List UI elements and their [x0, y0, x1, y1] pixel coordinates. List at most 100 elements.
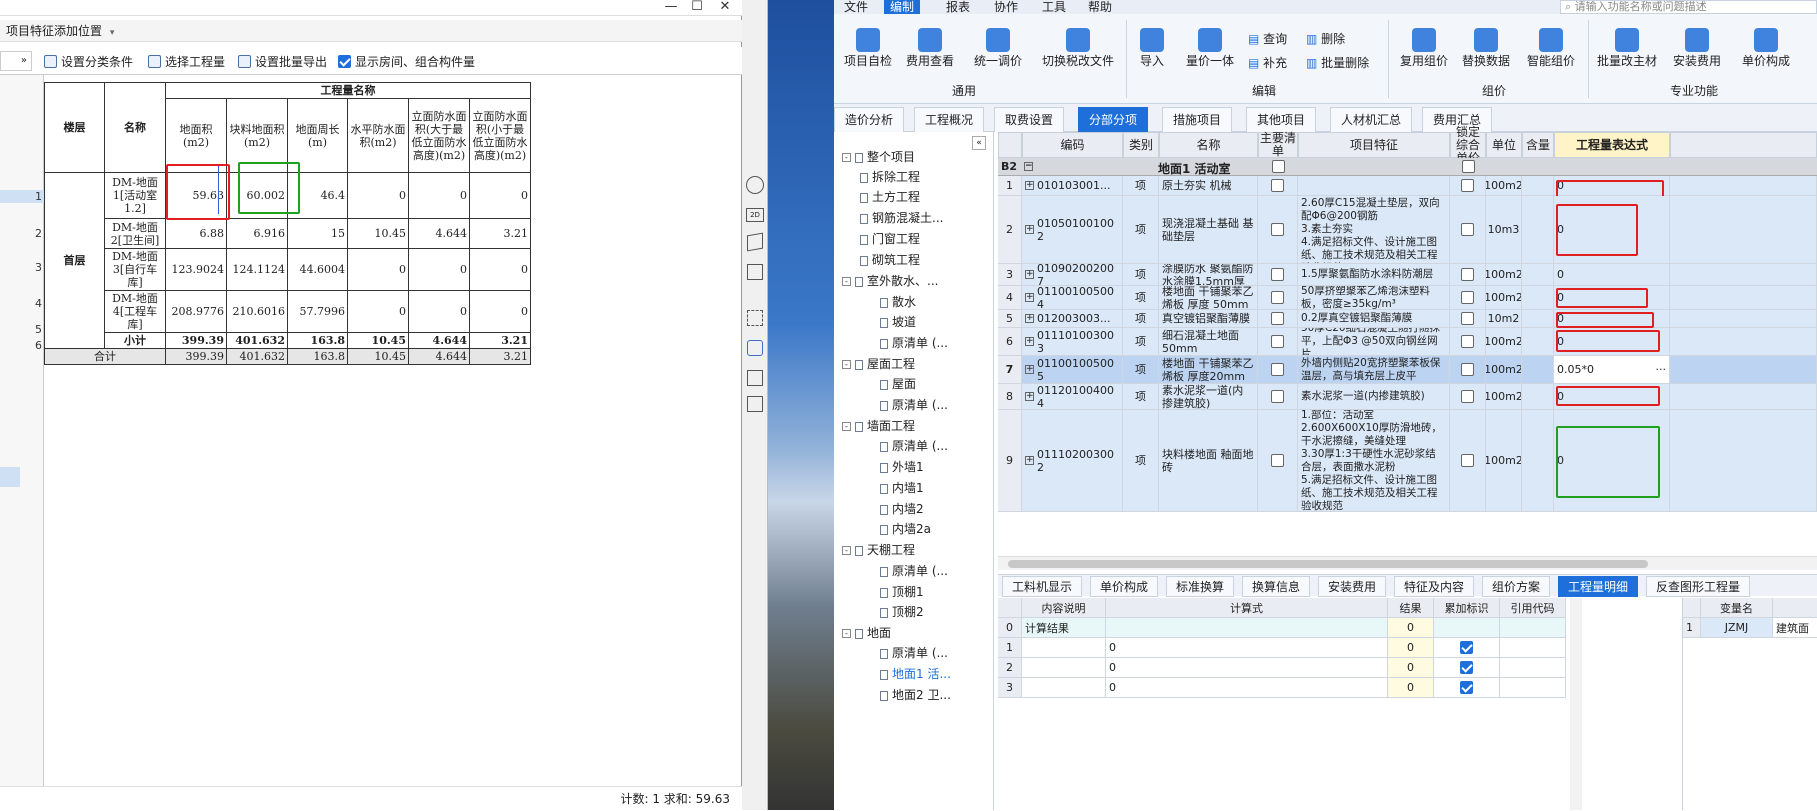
row-number[interactable]: 3 — [0, 261, 44, 274]
total-cell[interactable]: 401.632 — [226, 348, 288, 365]
expand-icon[interactable]: + — [1025, 392, 1034, 401]
code-cell[interactable]: +011001005005 — [1022, 356, 1123, 384]
tree-node[interactable]: 内墙1 — [872, 481, 924, 495]
detail-result-cell[interactable]: 0 — [1388, 638, 1434, 658]
total-cell[interactable]: 399.39 — [165, 348, 227, 365]
expression-cell[interactable]: 0.05*0 ··· — [1554, 356, 1670, 384]
name-cell[interactable]: 现浇混凝土基础 基础垫层 — [1159, 196, 1258, 264]
feature-cell[interactable] — [1298, 176, 1450, 196]
more-icon[interactable]: ··· — [1656, 363, 1667, 376]
table-cell[interactable]: 0 — [347, 290, 409, 333]
code-cell[interactable]: +012003003... — [1022, 310, 1123, 328]
tree-node[interactable]: 原清单 (... — [872, 646, 948, 660]
tree-collapse-icon[interactable]: - — [842, 153, 851, 162]
detail-flag-cell[interactable] — [1434, 618, 1500, 638]
main-list-cell[interactable] — [1258, 176, 1298, 196]
unit-cell[interactable]: 100m2 — [1486, 384, 1522, 410]
category-cell[interactable]: 项 — [1123, 384, 1159, 410]
tree-node[interactable]: - 室外散水、... — [842, 274, 938, 288]
tree-node[interactable]: 原清单 (... — [872, 336, 948, 350]
tab-cost-analysis[interactable]: 造价分析 — [834, 107, 905, 132]
tree-collapse-icon[interactable]: - — [842, 360, 851, 369]
feature-search-input[interactable]: ⌕ 请输入功能名称或问题描述 — [1560, 0, 1817, 14]
code-cell[interactable]: +010103001... — [1022, 176, 1123, 196]
table-cell[interactable]: 124.1124 — [226, 248, 288, 291]
show-rooms-checkbox[interactable]: 显示房间、组合构件量 — [338, 51, 475, 71]
tree-node[interactable]: 原清单 (... — [872, 564, 948, 578]
tree-node[interactable]: 原清单 (... — [872, 398, 948, 412]
content-cell[interactable] — [1522, 328, 1554, 356]
content-cell[interactable] — [1522, 264, 1554, 286]
lock-price-checkbox[interactable] — [1461, 268, 1474, 281]
tab-other[interactable]: 其他项目 — [1246, 107, 1317, 132]
lock-price-checkbox[interactable] — [1461, 363, 1474, 376]
detail-flag-cell[interactable] — [1434, 678, 1500, 698]
lock-price-cell[interactable] — [1450, 356, 1486, 384]
category-cell[interactable]: 项 — [1123, 356, 1159, 384]
detail-ref-cell[interactable] — [1500, 618, 1566, 638]
detail-flag-cell[interactable] — [1434, 658, 1500, 678]
main-list-checkbox[interactable] — [1271, 291, 1284, 304]
expand-icon[interactable]: + — [1025, 270, 1034, 279]
detail-desc-cell[interactable] — [1022, 638, 1106, 658]
expression-cell[interactable]: 0 — [1554, 264, 1670, 286]
minimize-icon[interactable]: — — [660, 0, 682, 15]
row-number[interactable]: 6 — [998, 328, 1022, 356]
row-name-cell[interactable]: DM-地面2[卫生间] — [104, 218, 166, 249]
maximize-icon[interactable]: ☐ — [686, 0, 708, 15]
close-icon[interactable]: ✕ — [714, 0, 736, 15]
tree-node[interactable]: 地面1 活... — [872, 667, 951, 681]
detail-formula-cell[interactable]: 0 — [1106, 678, 1388, 698]
tree-node[interactable]: - 整个项目 — [842, 150, 915, 164]
main-list-cell[interactable] — [1258, 410, 1298, 512]
supplement-button[interactable]: ▤ 补充 — [1248, 54, 1304, 72]
sphere-view-icon[interactable] — [746, 176, 764, 194]
category-cell[interactable]: 项 — [1123, 286, 1159, 310]
scrollbar-thumb[interactable] — [1008, 560, 1648, 568]
lock-price-checkbox[interactable] — [1461, 454, 1474, 467]
feature-cell[interactable]: 素水泥浆一道(内掺建筑胶) — [1298, 384, 1450, 410]
btab-unit-composition[interactable]: 单价构成 — [1090, 576, 1159, 597]
replace-data-button[interactable]: 替换数据 — [1458, 28, 1514, 68]
btab-pricing-plan[interactable]: 组价方案 — [1482, 576, 1551, 597]
horizontal-scrollbar[interactable] — [998, 556, 1817, 570]
detail-formula-cell[interactable] — [1106, 618, 1388, 638]
tree-node[interactable]: 坡道 — [872, 315, 916, 329]
expand-icon[interactable]: + — [1025, 314, 1034, 323]
main-list-checkbox[interactable] — [1271, 312, 1284, 325]
table-cell[interactable]: 0 — [469, 290, 531, 333]
table-cell[interactable]: 0 — [469, 172, 531, 219]
category-cell[interactable]: 项 — [1123, 196, 1159, 264]
grid-row[interactable]: 9 +011102003002 项 块料楼地面 釉面地砖 1.部位：活动室 2.600X… — [998, 410, 1817, 512]
tree-node[interactable]: - 天棚工程 — [842, 543, 915, 557]
expand-icon[interactable]: + — [1025, 225, 1034, 234]
row-number[interactable]: 1 — [998, 176, 1022, 196]
3d-cube-icon[interactable] — [747, 232, 763, 252]
col-feature-header[interactable]: 项目特征 — [1298, 132, 1450, 158]
table-cell[interactable]: 44.6004 — [287, 248, 348, 291]
tree-node[interactable]: 原清单 (... — [872, 439, 948, 453]
row-number[interactable]: 3 — [998, 264, 1022, 286]
expand-icon[interactable]: + — [1025, 365, 1034, 374]
layer-icon[interactable] — [747, 340, 763, 356]
2d-view-icon[interactable]: 2D — [746, 208, 764, 222]
main-list-cell[interactable] — [1258, 384, 1298, 410]
content-cell[interactable] — [1522, 384, 1554, 410]
col-unit-header[interactable]: 单位 — [1486, 132, 1522, 158]
main-list-cell[interactable] — [1258, 310, 1298, 328]
btab-labor-materials[interactable]: 工料机显示 — [1002, 576, 1083, 597]
subtotal-cell[interactable]: 10.45 — [347, 332, 409, 349]
btab-conversion-info[interactable]: 换算信息 — [1242, 576, 1311, 597]
tree-node[interactable]: - 墙面工程 — [842, 419, 915, 433]
lock-price-cell[interactable] — [1450, 264, 1486, 286]
tree-collapse-icon[interactable]: - — [842, 546, 851, 555]
vertical-scrollbar[interactable] — [1570, 598, 1582, 810]
feature-cell[interactable]: 1.5厚聚氨酯防水涂料防潮层 — [1298, 264, 1450, 286]
project-check-button[interactable]: 项目自检 — [840, 28, 896, 68]
reuse-pricing-button[interactable]: 复用组价 — [1394, 28, 1454, 68]
tab-fee-settings[interactable]: 取费设置 — [994, 107, 1065, 132]
content-cell[interactable] — [1522, 286, 1554, 310]
detail-desc-cell[interactable] — [1022, 658, 1106, 678]
lock-price-checkbox[interactable] — [1461, 390, 1474, 403]
main-list-checkbox[interactable] — [1271, 179, 1284, 192]
